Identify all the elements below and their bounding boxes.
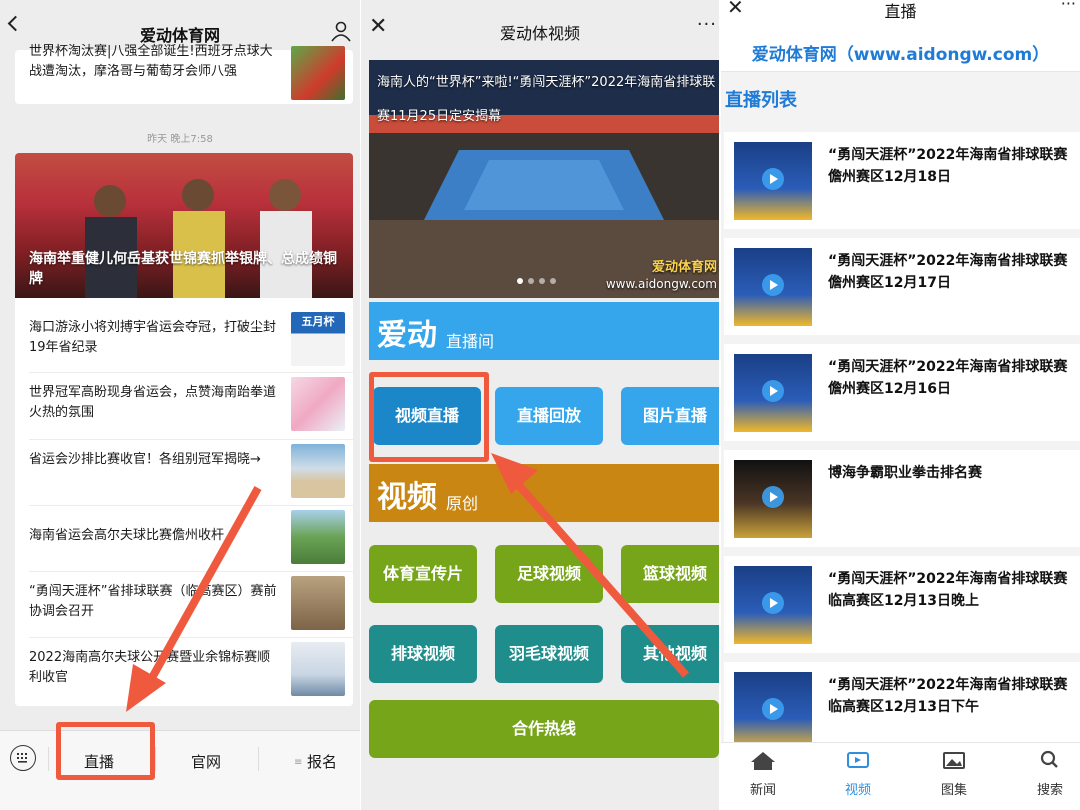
volleyball-poster-thumb (734, 354, 812, 432)
play-icon (762, 486, 784, 508)
more-icon[interactable]: ··· (1061, 0, 1076, 13)
tab-gallery[interactable]: 图集 (909, 749, 999, 798)
image-icon (943, 752, 965, 769)
play-icon (762, 698, 784, 720)
live-list-item[interactable]: 博海争霸职业拳击排名赛 (724, 450, 1080, 547)
p3-header: ✕ 直播 ··· (721, 0, 1080, 22)
site-header: 爱动体育网（www.aidongw.com） (721, 22, 1080, 72)
play-icon (762, 380, 784, 402)
play-icon (762, 274, 784, 296)
live-list-heading: 直播列表 (725, 90, 797, 111)
live-room-panel: ✕ 爱动体视频 ··· 海南人的“世界杯”来啦!“勇闯天涯杯”2022年海南省排… (361, 0, 719, 810)
volleyball-poster-thumb (734, 566, 812, 644)
arrow-annotation (491, 453, 690, 678)
live-list-item[interactable]: “勇闯天涯杯”2022年海南省排球联赛 儋州赛区12月17日 (724, 238, 1080, 335)
play-icon (762, 592, 784, 614)
volleyball-poster-thumb (734, 142, 812, 220)
live-list-item[interactable]: “勇闯天涯杯”2022年海南省排球联赛 临高赛区12月13日晚上 (724, 556, 1080, 653)
volleyball-poster-thumb (734, 672, 812, 750)
play-icon (762, 168, 784, 190)
live-list-item[interactable]: “勇闯天涯杯”2022年海南省排球联赛 儋州赛区12月16日 (724, 344, 1080, 441)
live-list-item[interactable]: “勇闯天涯杯”2022年海南省排球联赛 临高赛区12月13日下午 (724, 662, 1080, 750)
tab-search[interactable]: 搜索 (1005, 749, 1080, 798)
p3-title: 直播 (884, 2, 917, 21)
search-icon (1040, 750, 1058, 768)
bottom-tab-bar: 新闻 视频 图集 搜索 (721, 742, 1080, 810)
arrow-annotation (126, 486, 262, 712)
volleyball-poster-thumb (734, 248, 812, 326)
live-list-panel: ✕ 直播 ··· 爱动体育网（www.aidongw.com） 直播列表 “勇闯… (721, 0, 1080, 810)
live-list-item[interactable]: “勇闯天涯杯”2022年海南省排球联赛 儋州赛区12月18日 (724, 132, 1080, 229)
wechat-article-panel: 爱动体育网 世界杯淘汰赛|八强全部诞生!西班牙点球大战遭淘汰，摩洛哥与葡萄牙会师… (0, 0, 360, 810)
video-icon (847, 752, 869, 768)
home-icon (751, 752, 775, 770)
tab-video[interactable]: 视频 (813, 749, 903, 798)
site-name[interactable]: 爱动体育网（www.aidongw.com） (721, 40, 1080, 65)
boxing-poster-thumb (734, 460, 812, 538)
tab-news[interactable]: 新闻 (721, 749, 808, 798)
